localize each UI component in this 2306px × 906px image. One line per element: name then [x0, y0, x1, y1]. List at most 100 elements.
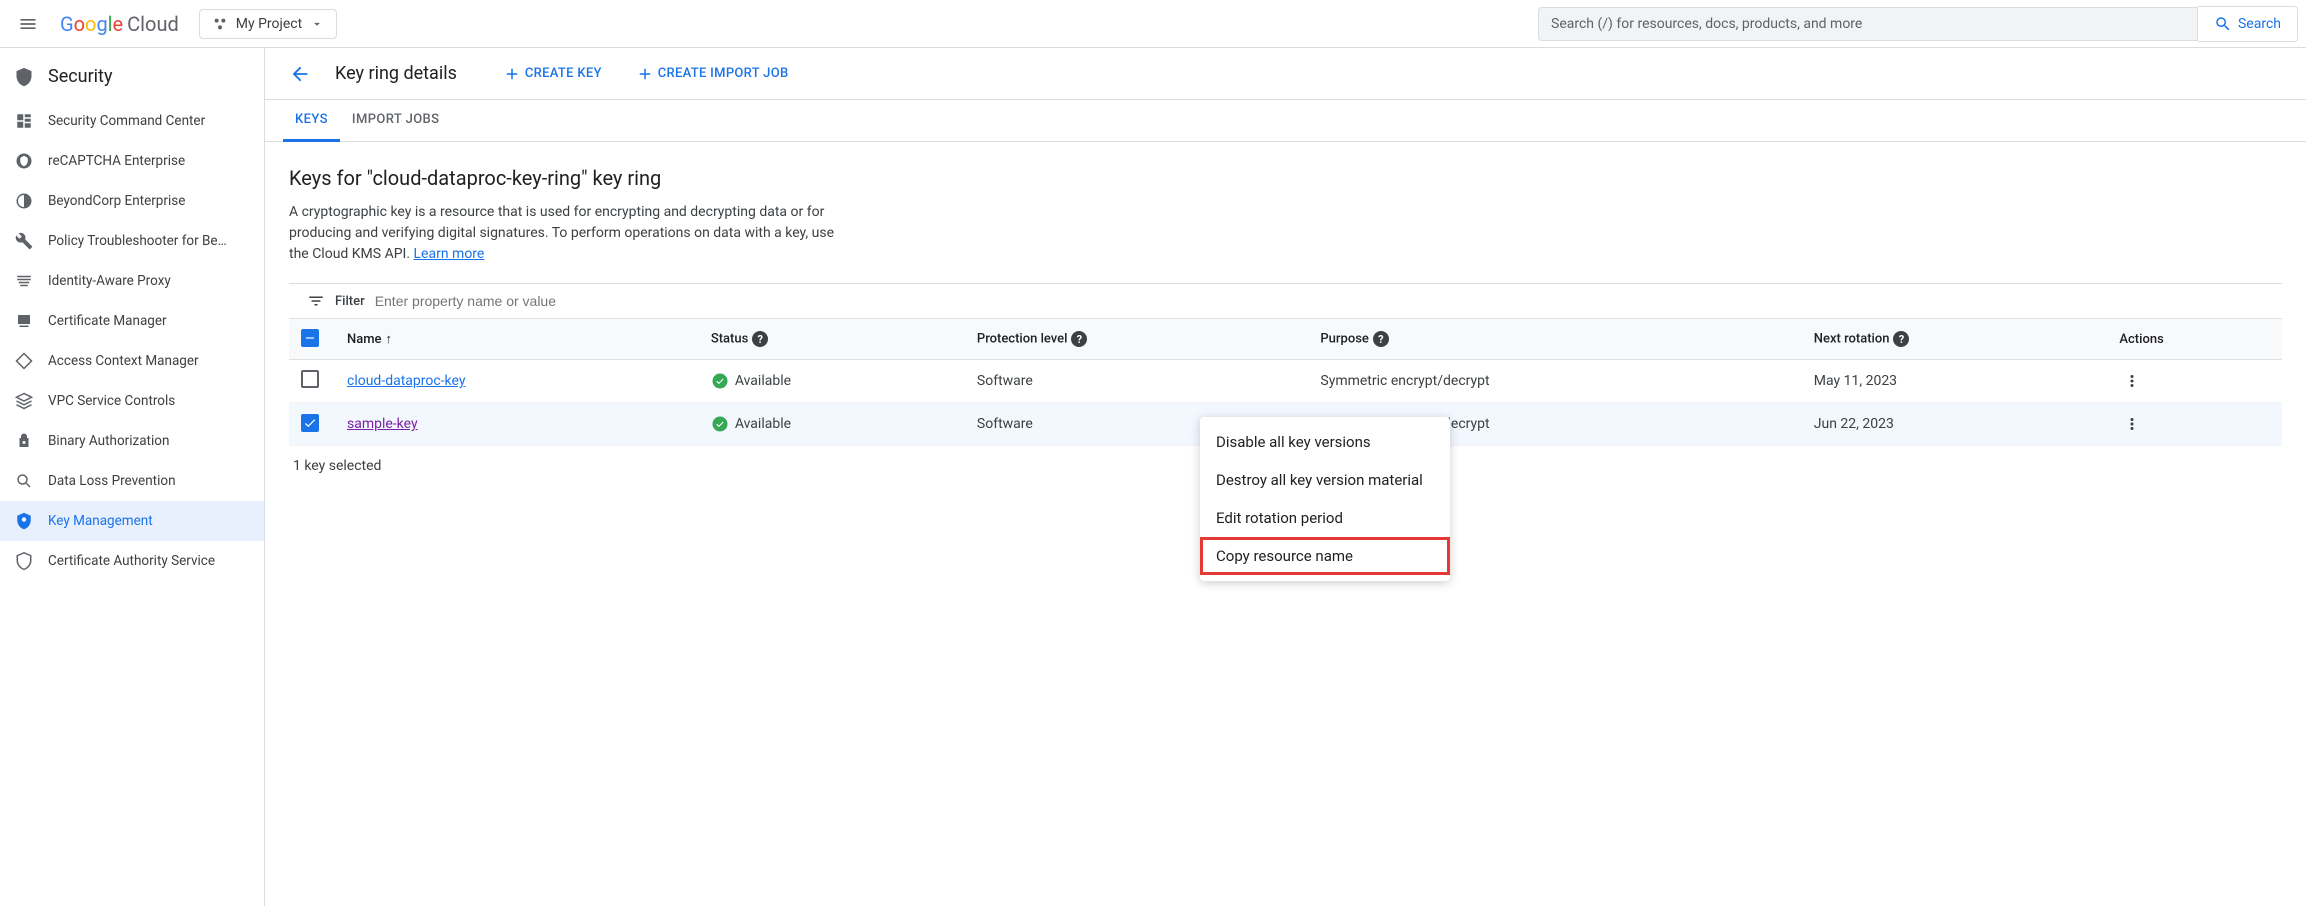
sidebar-item-vpc[interactable]: VPC Service Controls: [0, 381, 264, 421]
search-button[interactable]: Search: [2198, 6, 2298, 42]
hamburger-menu-icon[interactable]: [8, 4, 48, 44]
sidebar-item-label: Security Command Center: [48, 113, 205, 129]
row-checkbox[interactable]: [301, 414, 319, 432]
certificate-icon: [14, 311, 34, 331]
check-circle-icon: [711, 415, 729, 433]
table-row: cloud-dataproc-key Available Software Sy…: [289, 360, 2282, 403]
recaptcha-icon: [14, 151, 34, 171]
content-heading: Keys for "cloud-dataproc-key-ring" key r…: [289, 166, 2282, 190]
content-description: A cryptographic key is a resource that i…: [289, 202, 849, 265]
filter-icon[interactable]: [307, 292, 325, 310]
protection-value: Software: [965, 360, 1308, 403]
rotation-value: May 11, 2023: [1802, 360, 2108, 403]
create-key-button[interactable]: CREATE KEY: [503, 65, 602, 83]
sidebar-item-label: Certificate Manager: [48, 313, 167, 329]
row-actions-button[interactable]: [2119, 368, 2145, 394]
page-topbar: Key ring details CREATE KEY CREATE IMPOR…: [265, 48, 2306, 100]
search-placeholder: Search (/) for resources, docs, products…: [1551, 16, 1862, 32]
create-import-job-label: CREATE IMPORT JOB: [658, 66, 789, 81]
back-arrow-icon[interactable]: [283, 57, 317, 91]
page-title: Key ring details: [335, 63, 457, 84]
learn-more-link[interactable]: Learn more: [414, 246, 485, 262]
badge-icon: [14, 431, 34, 451]
row-context-menu: Disable all key versions Destroy all key…: [1200, 417, 1450, 581]
key-name-link[interactable]: cloud-dataproc-key: [347, 373, 465, 389]
menu-copy-resource-name[interactable]: Copy resource name: [1200, 537, 1450, 575]
col-rotation[interactable]: Next rotation?: [1802, 319, 2108, 360]
chevron-down-icon: [310, 17, 324, 31]
key-shield-icon: [14, 511, 34, 531]
sidebar-item-scc[interactable]: Security Command Center: [0, 101, 264, 141]
menu-destroy-material[interactable]: Destroy all key version material: [1200, 461, 1450, 499]
plus-icon: [503, 65, 521, 83]
content-area: Keys for "cloud-dataproc-key-ring" key r…: [265, 142, 2306, 906]
sidebar-item-label: Access Context Manager: [48, 353, 199, 369]
row-actions-button[interactable]: [2119, 411, 2145, 437]
iap-icon: [14, 271, 34, 291]
menu-edit-rotation[interactable]: Edit rotation period: [1200, 499, 1450, 537]
sidebar-item-cas[interactable]: Certificate Authority Service: [0, 541, 264, 581]
col-name[interactable]: Name↑: [335, 319, 699, 360]
check-circle-icon: [711, 372, 729, 390]
tabs: KEYS IMPORT JOBS: [265, 100, 2306, 142]
help-icon[interactable]: ?: [1373, 331, 1389, 347]
help-icon[interactable]: ?: [1071, 331, 1087, 347]
key-name-link[interactable]: sample-key: [347, 416, 418, 432]
sidebar-item-label: VPC Service Controls: [48, 393, 175, 409]
col-protection[interactable]: Protection level?: [965, 319, 1308, 360]
sort-arrow-icon: ↑: [386, 332, 393, 347]
sidebar-title: Security: [48, 66, 112, 87]
sidebar-item-key-management[interactable]: Key Management: [0, 501, 264, 541]
wrench-icon: [14, 231, 34, 251]
sidebar-item-beyondcorp[interactable]: BeyondCorp Enterprise: [0, 181, 264, 221]
sidebar-item-label: Certificate Authority Service: [48, 553, 215, 569]
filter-bar: Filter: [289, 283, 2282, 318]
cas-icon: [14, 551, 34, 571]
project-name: My Project: [236, 16, 302, 32]
help-icon[interactable]: ?: [752, 331, 768, 347]
sidebar-item-label: Identity-Aware Proxy: [48, 273, 171, 289]
row-checkbox[interactable]: [301, 370, 319, 388]
project-selector[interactable]: My Project: [199, 9, 337, 39]
col-purpose[interactable]: Purpose?: [1308, 319, 1801, 360]
col-status[interactable]: Status?: [699, 319, 965, 360]
sidebar-item-label: Policy Troubleshooter for Be…: [48, 233, 227, 249]
status-cell: Available: [711, 415, 953, 433]
logo-cloud: Cloud: [127, 12, 179, 36]
magnify-icon: [14, 471, 34, 491]
google-cloud-logo[interactable]: Google Cloud: [60, 12, 179, 36]
create-import-job-button[interactable]: CREATE IMPORT JOB: [636, 65, 789, 83]
layers-icon: [14, 391, 34, 411]
sidebar-item-access-context[interactable]: Access Context Manager: [0, 341, 264, 381]
sidebar-item-iap[interactable]: Identity-Aware Proxy: [0, 261, 264, 301]
sidebar-item-label: Binary Authorization: [48, 433, 169, 449]
main-content: Key ring details CREATE KEY CREATE IMPOR…: [265, 48, 2306, 906]
purpose-value: Symmetric encrypt/decrypt: [1308, 360, 1801, 403]
logo-google: Google: [60, 12, 123, 36]
sidebar-item-label: BeyondCorp Enterprise: [48, 193, 185, 209]
sidebar-item-cert-manager[interactable]: Certificate Manager: [0, 301, 264, 341]
status-cell: Available: [711, 372, 953, 390]
dashboard-icon: [14, 111, 34, 131]
help-icon[interactable]: ?: [1893, 331, 1909, 347]
security-shield-icon: [14, 67, 34, 87]
tab-import-jobs[interactable]: IMPORT JOBS: [340, 100, 452, 141]
search-icon: [2214, 15, 2232, 33]
filter-label: Filter: [335, 294, 365, 309]
filter-input[interactable]: [375, 293, 2264, 309]
sidebar-item-label: Data Loss Prevention: [48, 473, 176, 489]
select-all-checkbox[interactable]: [301, 329, 319, 347]
col-actions: Actions: [2107, 319, 2282, 360]
sidebar: Security Security Command Center reCAPTC…: [0, 48, 265, 906]
global-header: Google Cloud My Project Search (/) for r…: [0, 0, 2306, 48]
sidebar-item-label: Key Management: [48, 513, 153, 529]
menu-disable-versions[interactable]: Disable all key versions: [1200, 423, 1450, 461]
project-icon: [212, 16, 228, 32]
sidebar-item-policy[interactable]: Policy Troubleshooter for Be…: [0, 221, 264, 261]
sidebar-item-dlp[interactable]: Data Loss Prevention: [0, 461, 264, 501]
search-input[interactable]: Search (/) for resources, docs, products…: [1538, 7, 2198, 41]
tab-keys[interactable]: KEYS: [283, 100, 340, 142]
sidebar-item-recaptcha[interactable]: reCAPTCHA Enterprise: [0, 141, 264, 181]
sidebar-header: Security: [0, 56, 264, 101]
sidebar-item-binary-auth[interactable]: Binary Authorization: [0, 421, 264, 461]
